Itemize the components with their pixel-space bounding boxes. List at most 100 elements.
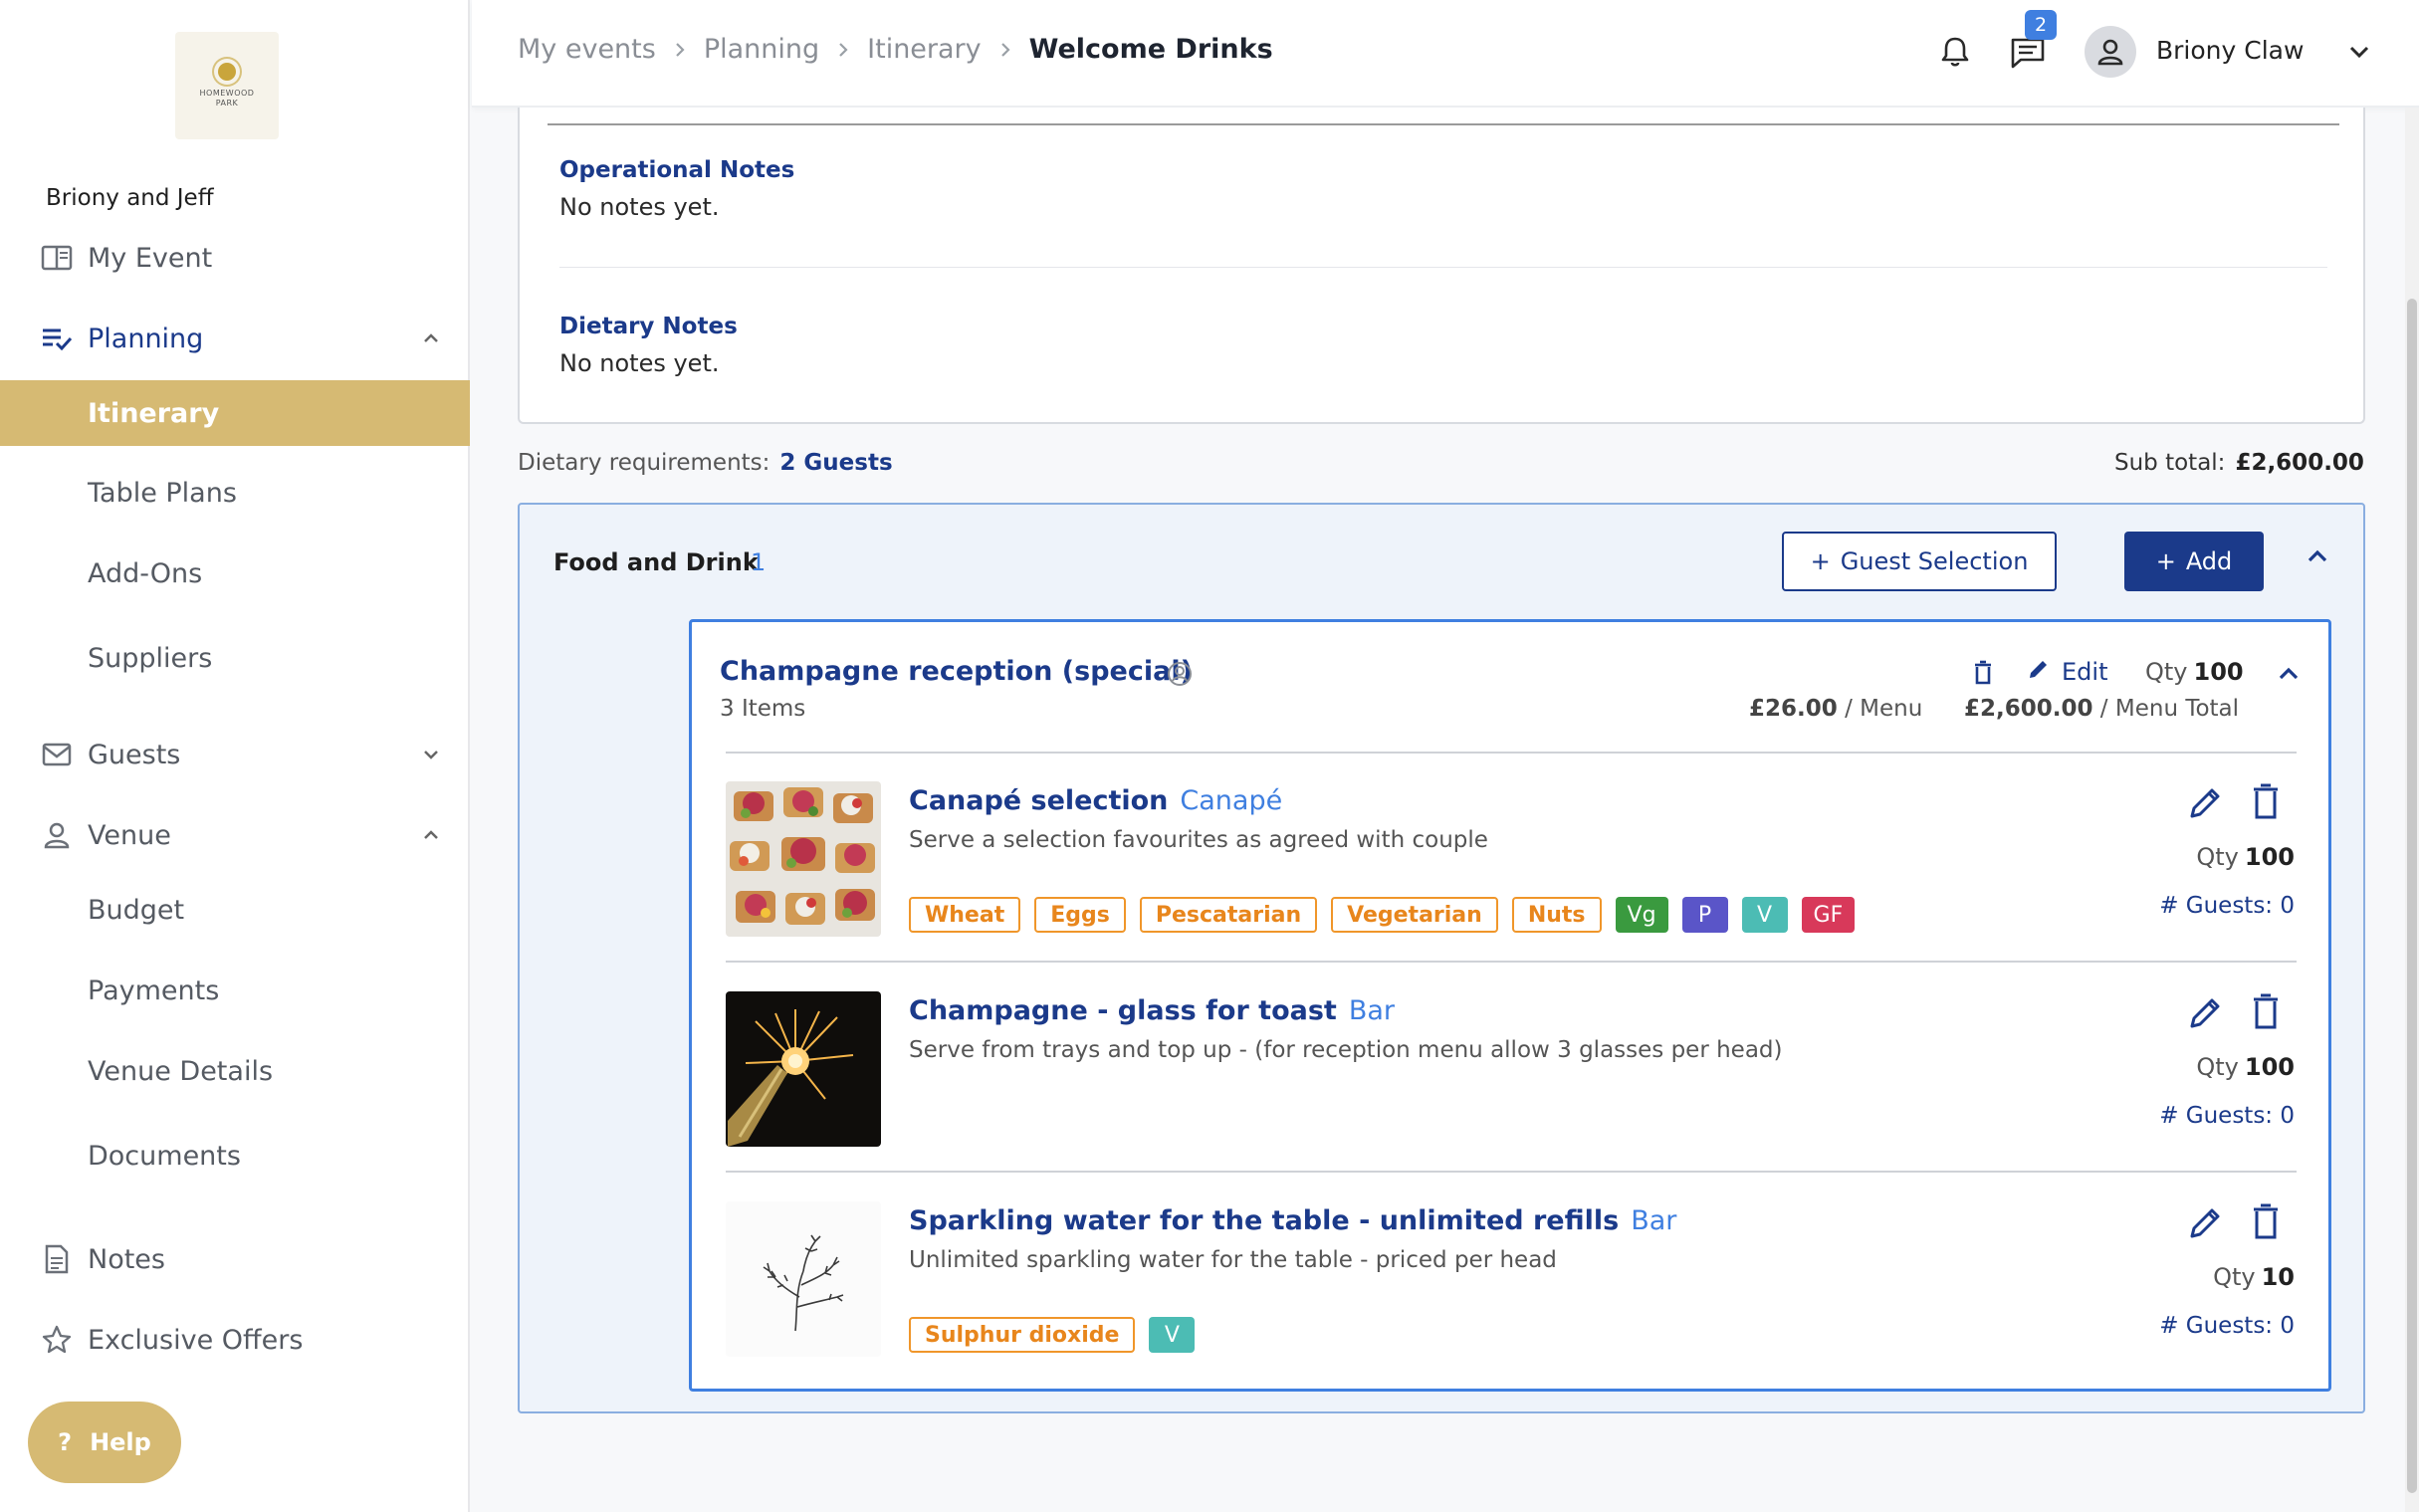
scrollbar-thumb[interactable] <box>2407 299 2417 1493</box>
qty-value: 10 <box>2261 1263 2295 1291</box>
question-icon: ? <box>58 1428 73 1456</box>
qty-value: 100 <box>2244 843 2295 871</box>
sidebar-item-add-ons[interactable]: Add-Ons <box>0 540 470 606</box>
plus-icon: + <box>2155 547 2176 575</box>
item-name[interactable]: Sparkling water for the table - unlimite… <box>909 1205 1676 1236</box>
add-button[interactable]: + Add <box>2124 532 2264 591</box>
item-guests-link[interactable]: # Guests: 0 <box>2159 893 2295 919</box>
chevron-right-icon <box>837 41 849 59</box>
sidebar-item-documents[interactable]: Documents <box>0 1123 470 1188</box>
chevron-up-icon[interactable] <box>416 820 446 850</box>
menu-total: £2,600.00 / Menu Total <box>1964 696 2239 722</box>
venue-logo[interactable]: HOMEWOOD PARK <box>175 32 279 139</box>
sidebar-item-guests[interactable]: Guests <box>0 722 470 787</box>
diet-badge: GF <box>1801 897 1856 933</box>
chevron-up-icon[interactable] <box>2300 539 2335 574</box>
sun-icon <box>218 63 236 81</box>
total-unit: / Menu Total <box>2092 696 2240 722</box>
sidebar-item-label: Payments <box>88 974 220 1006</box>
sidebar-item-budget[interactable]: Budget <box>0 877 470 943</box>
price-value: £26.00 <box>1749 696 1838 722</box>
sidebar-item-label: Venue <box>88 819 171 851</box>
divider <box>726 961 2297 963</box>
menu-title[interactable]: Champagne reception (special) <box>720 656 1193 687</box>
chevron-down-icon[interactable] <box>2343 36 2375 68</box>
book-icon <box>40 241 74 275</box>
diet-badge: V <box>1149 1317 1196 1353</box>
chevron-up-icon[interactable] <box>416 324 446 353</box>
sidebar-item-label: My Event <box>88 242 213 274</box>
sidebar-item-planning[interactable]: Planning <box>0 306 470 371</box>
user-name[interactable]: Briony Claw <box>2156 36 2304 65</box>
item-description: Serve a selection favourites as agreed w… <box>909 827 1488 853</box>
trash-icon[interactable] <box>2247 1201 2285 1241</box>
sidebar-item-payments[interactable]: Payments <box>0 958 470 1023</box>
sidebar-item-venue-details[interactable]: Venue Details <box>0 1038 470 1104</box>
breadcrumb-itinerary[interactable]: Itinerary <box>867 34 982 65</box>
logo-text-1: HOMEWOOD <box>199 89 255 98</box>
item-name-text: Sparkling water for the table - unlimite… <box>909 1205 1620 1236</box>
item-name-text: Champagne - glass for toast <box>909 995 1337 1026</box>
sidebar-item-exclusive-offers[interactable]: Exclusive Offers <box>0 1307 470 1373</box>
guest-selection-button[interactable]: + Guest Selection <box>1782 532 2057 591</box>
pencil-icon[interactable] <box>2187 783 2225 821</box>
sidebar-item-label: Planning <box>88 323 204 354</box>
trash-icon[interactable] <box>1968 658 1998 688</box>
item-description: Serve from trays and top up - (for recep… <box>909 1037 1783 1063</box>
avatar[interactable] <box>2085 26 2136 78</box>
sidebar-item-label: Notes <box>88 1243 165 1275</box>
allergen-tag: Sulphur dioxide <box>909 1317 1136 1353</box>
sidebar-item-label: Venue Details <box>88 1055 274 1087</box>
notification-badge: 2 <box>2025 10 2057 40</box>
pencil-icon[interactable] <box>2187 1203 2225 1241</box>
chevron-down-icon[interactable] <box>416 740 446 769</box>
menu-qty: Qty 100 <box>2145 658 2244 686</box>
chevron-right-icon <box>674 41 686 59</box>
breadcrumb-planning[interactable]: Planning <box>704 34 819 65</box>
item-guests-link[interactable]: # Guests: 0 <box>2159 1103 2295 1129</box>
sidebar: HOMEWOOD PARK Briony and Jeff My Event P… <box>0 0 470 1512</box>
breadcrumb-my-events[interactable]: My events <box>518 34 656 65</box>
button-label: Guest Selection <box>1840 547 2029 575</box>
sidebar-item-label: Exclusive Offers <box>88 1324 304 1356</box>
edit-label: Edit <box>2062 658 2108 686</box>
pencil-icon[interactable] <box>2187 993 2225 1031</box>
sidebar-item-suppliers[interactable]: Suppliers <box>0 625 470 691</box>
dietary-guests-link[interactable]: 2 Guests <box>779 450 892 476</box>
subtotal-value: £2,600.00 <box>2235 450 2364 476</box>
bell-icon[interactable] <box>1935 32 1975 72</box>
sidebar-item-venue[interactable]: Venue <box>0 802 470 868</box>
sidebar-item-table-plans[interactable]: Table Plans <box>0 460 470 526</box>
couple-name: Briony and Jeff <box>46 185 214 211</box>
subtotal-label: Sub total: <box>2114 450 2226 476</box>
section-title: Food and Drink <box>553 548 759 576</box>
trash-icon[interactable] <box>2247 991 2285 1031</box>
help-button[interactable]: ? Help <box>28 1402 181 1483</box>
person-circle-icon[interactable] <box>1166 660 1194 688</box>
breadcrumb-current: Welcome Drinks <box>1028 34 1273 65</box>
item-name[interactable]: Champagne - glass for toast Bar <box>909 995 1395 1026</box>
dietary-notes-title: Dietary Notes <box>559 314 738 339</box>
champagne-image <box>726 991 881 1147</box>
sidebar-item-itinerary[interactable]: Itinerary <box>0 380 470 446</box>
list-item: Canapé selection Canapé Serve a selection… <box>726 781 2297 941</box>
divider <box>559 267 2327 268</box>
item-guests-link[interactable]: # Guests: 0 <box>2159 1313 2295 1339</box>
menu-edit-button[interactable]: Edit <box>2026 656 2107 688</box>
sidebar-item-notes[interactable]: Notes <box>0 1226 470 1292</box>
top-bar: My events Planning Itinerary Welcome Dri… <box>472 0 2419 108</box>
subtotal: Sub total: £2,600.00 <box>2114 450 2364 476</box>
chevron-up-icon[interactable] <box>2273 658 2305 690</box>
item-description: Unlimited sparkling water for the table … <box>909 1247 1557 1273</box>
operational-notes-body: No notes yet. <box>559 193 720 221</box>
item-category: Bar <box>1348 995 1395 1026</box>
price-unit: / Menu <box>1837 696 1923 722</box>
qty-value: 100 <box>2193 658 2244 686</box>
sidebar-item-label: Budget <box>88 894 185 926</box>
allergen-tag: Wheat <box>909 897 1021 933</box>
item-name[interactable]: Canapé selection Canapé <box>909 785 1282 816</box>
sidebar-item-my-event[interactable]: My Event <box>0 225 470 291</box>
divider <box>548 123 2339 125</box>
chevron-right-icon <box>999 41 1011 59</box>
trash-icon[interactable] <box>2247 781 2285 821</box>
